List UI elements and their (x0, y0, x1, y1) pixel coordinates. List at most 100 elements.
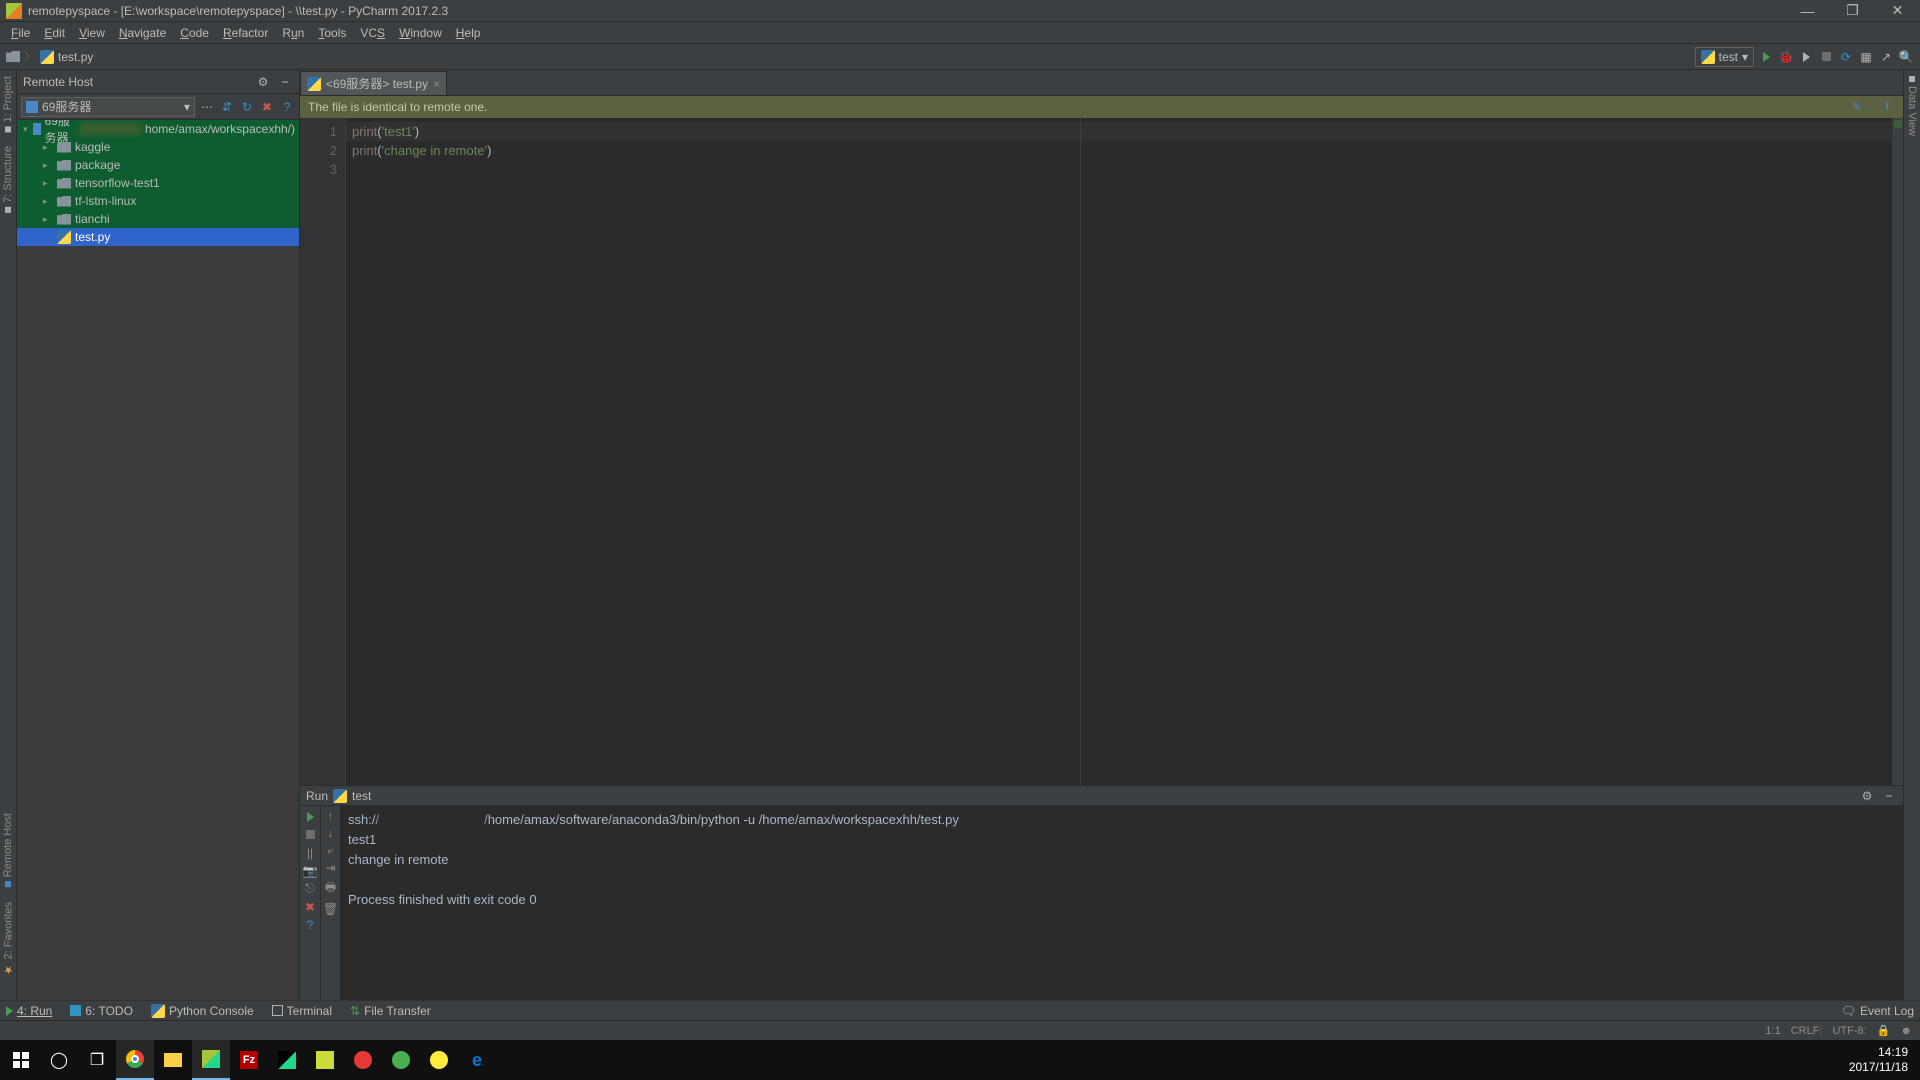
event-log[interactable]: 🗨Event Log (1841, 1004, 1914, 1018)
app-icon-yellow[interactable] (306, 1040, 344, 1080)
run-button[interactable] (1758, 49, 1774, 65)
app-icon-green[interactable] (382, 1040, 420, 1080)
help-run-icon[interactable]: ? (303, 917, 318, 932)
run-output[interactable]: ssh:///home/amax/software/anaconda3/bin/… (340, 806, 1903, 1000)
menu-run[interactable]: Run (275, 24, 311, 42)
run-config-combo[interactable]: test ▾ (1695, 47, 1754, 67)
menu-navigate[interactable]: Navigate (112, 24, 173, 42)
toolwindow-structure[interactable]: 7: Structure (2, 146, 14, 213)
app-icon-lime[interactable] (420, 1040, 458, 1080)
project-folder-icon[interactable] (6, 51, 20, 62)
chrome-icon[interactable] (116, 1040, 154, 1080)
diff-action-icon[interactable]: ✎ (1849, 99, 1865, 115)
tree-folder[interactable]: ▸tf-lstm-linux (17, 192, 299, 210)
server-combo[interactable]: 69服务器 ▾ (21, 97, 195, 117)
toolwindow-favorites[interactable]: ★2: Favorites (2, 902, 15, 976)
hector-icon[interactable]: ☻ (1900, 1025, 1912, 1037)
tree-root[interactable]: ▾ 69服务器 home/amax/workspacexhh/) (17, 120, 299, 138)
ellipsis-button[interactable]: ⋯ (199, 99, 215, 115)
up-icon[interactable]: ↑ (328, 809, 334, 823)
tree-folder[interactable]: ▸package (17, 156, 299, 174)
hide-panel-icon[interactable]: ⎯ (1881, 788, 1897, 804)
menu-vcs[interactable]: VCS (353, 24, 392, 42)
push-icon[interactable]: ↗ (1878, 49, 1894, 65)
maximize-button[interactable]: ❐ (1830, 0, 1875, 22)
task-view-icon[interactable]: ❐ (78, 1040, 116, 1080)
editor-scrollbar[interactable] (1891, 118, 1903, 785)
remote-tree[interactable]: ▾ 69服务器 home/amax/workspacexhh/) ▸kaggle… (17, 120, 299, 1000)
left-tool-gutter: 1: Project 7: Structure Remote Host ★2: … (0, 70, 17, 1000)
update-project-icon[interactable]: ⟳ (1838, 49, 1854, 65)
scroll-to-end-icon[interactable]: ⇥ (325, 861, 335, 875)
cortana-icon[interactable]: ◯ (40, 1040, 78, 1080)
start-button[interactable] (2, 1040, 40, 1080)
line-separator[interactable]: CRLF: (1791, 1025, 1823, 1037)
menu-edit[interactable]: Edit (37, 24, 72, 42)
app-icon-red[interactable] (344, 1040, 382, 1080)
menu-tools[interactable]: Tools (311, 24, 353, 42)
toolwindow-terminal[interactable]: Terminal (272, 1004, 332, 1018)
line-number-gutter[interactable]: 123 (300, 118, 346, 785)
down-icon[interactable]: ↓ (328, 826, 334, 840)
file-encoding[interactable]: UTF-8: (1832, 1025, 1866, 1037)
toolwindow-file-transfer[interactable]: ⇅File Transfer (350, 1004, 431, 1018)
toolwindow-python-console[interactable]: Python Console (151, 1004, 254, 1018)
run-coverage-button[interactable] (1798, 49, 1814, 65)
pycharm-icon[interactable] (192, 1040, 230, 1080)
hide-panel-icon[interactable]: ⎯ (277, 74, 293, 90)
breadcrumb-file[interactable]: test.py (58, 50, 93, 64)
tree-folder[interactable]: ▸tensorflow-test1 (17, 174, 299, 192)
editor-notification-bar: The file is identical to remote one. ✎ ⭱ (300, 96, 1903, 118)
gear-icon[interactable]: ⚙ (255, 74, 271, 90)
toolwindow-project[interactable]: 1: Project (2, 76, 14, 132)
readonly-lock-icon[interactable]: 🔒 (1877, 1024, 1891, 1037)
attach-icon[interactable]: ⎋ (303, 881, 318, 896)
toolwindow-dataview[interactable]: Data View (1906, 76, 1918, 136)
close-tab-icon[interactable]: × (433, 77, 440, 91)
server-icon (33, 123, 40, 135)
clock-time: 14:19 (1849, 1045, 1908, 1060)
explorer-icon[interactable] (154, 1040, 192, 1080)
run-output-gutter: ↑ ↓ ⤶ ⇥ 🖶 🗑 (320, 806, 340, 1000)
edge-icon[interactable]: e (458, 1040, 496, 1080)
editor-tab[interactable]: <69服务器> test.py × (300, 71, 447, 95)
pause-icon[interactable]: || (303, 845, 318, 860)
menu-window[interactable]: Window (392, 24, 449, 42)
toolwindow-run[interactable]: 4: Run (6, 1004, 52, 1018)
close-button[interactable]: ✕ (1875, 0, 1920, 22)
upload-icon[interactable]: ⭱ (1879, 99, 1895, 115)
commit-icon[interactable]: ▦ (1858, 49, 1874, 65)
tree-file-selected[interactable]: test.py (17, 228, 299, 246)
diff-icon[interactable]: ⇵ (219, 99, 235, 115)
close-run-icon[interactable]: ✖ (303, 899, 318, 914)
run-config-label: test (352, 789, 371, 803)
menu-file[interactable]: File (4, 24, 37, 42)
menu-view[interactable]: View (72, 24, 112, 42)
gear-icon[interactable]: ⚙ (1859, 788, 1875, 804)
menu-refactor[interactable]: Refactor (216, 24, 275, 42)
menu-code[interactable]: Code (173, 24, 216, 42)
tree-folder[interactable]: ▸tianchi (17, 210, 299, 228)
right-tool-gutter: Data View (1903, 70, 1920, 1000)
clear-icon[interactable]: 🗑 (323, 902, 338, 916)
filezilla-icon[interactable]: Fz (230, 1040, 268, 1080)
soft-wrap-icon[interactable]: ⤶ (327, 843, 334, 858)
debug-button[interactable]: 🐞 (1778, 49, 1794, 65)
system-tray[interactable]: 14:19 2017/11/18 (1849, 1045, 1918, 1075)
minimize-button[interactable]: — (1785, 0, 1830, 22)
rerun-button[interactable] (303, 809, 318, 824)
refresh-icon[interactable]: ↻ (239, 99, 255, 115)
code-editor[interactable]: print('test1') print('change in remote') (346, 118, 1891, 785)
print-icon[interactable]: 🖶 (325, 878, 336, 899)
menu-help[interactable]: Help (449, 24, 488, 42)
help-icon[interactable]: ? (279, 99, 295, 115)
stop-button[interactable] (303, 827, 318, 842)
pycharm2-icon[interactable] (268, 1040, 306, 1080)
search-icon[interactable]: 🔍 (1898, 49, 1914, 65)
toolwindow-todo[interactable]: 6: TODO (70, 1004, 133, 1018)
delete-icon[interactable]: ✖ (259, 99, 275, 115)
caret-position[interactable]: 1:1 (1765, 1025, 1780, 1037)
dump-icon[interactable]: 📷 (303, 863, 318, 878)
toolwindow-remotehost[interactable]: Remote Host (2, 813, 14, 887)
stop-button[interactable] (1818, 49, 1834, 65)
